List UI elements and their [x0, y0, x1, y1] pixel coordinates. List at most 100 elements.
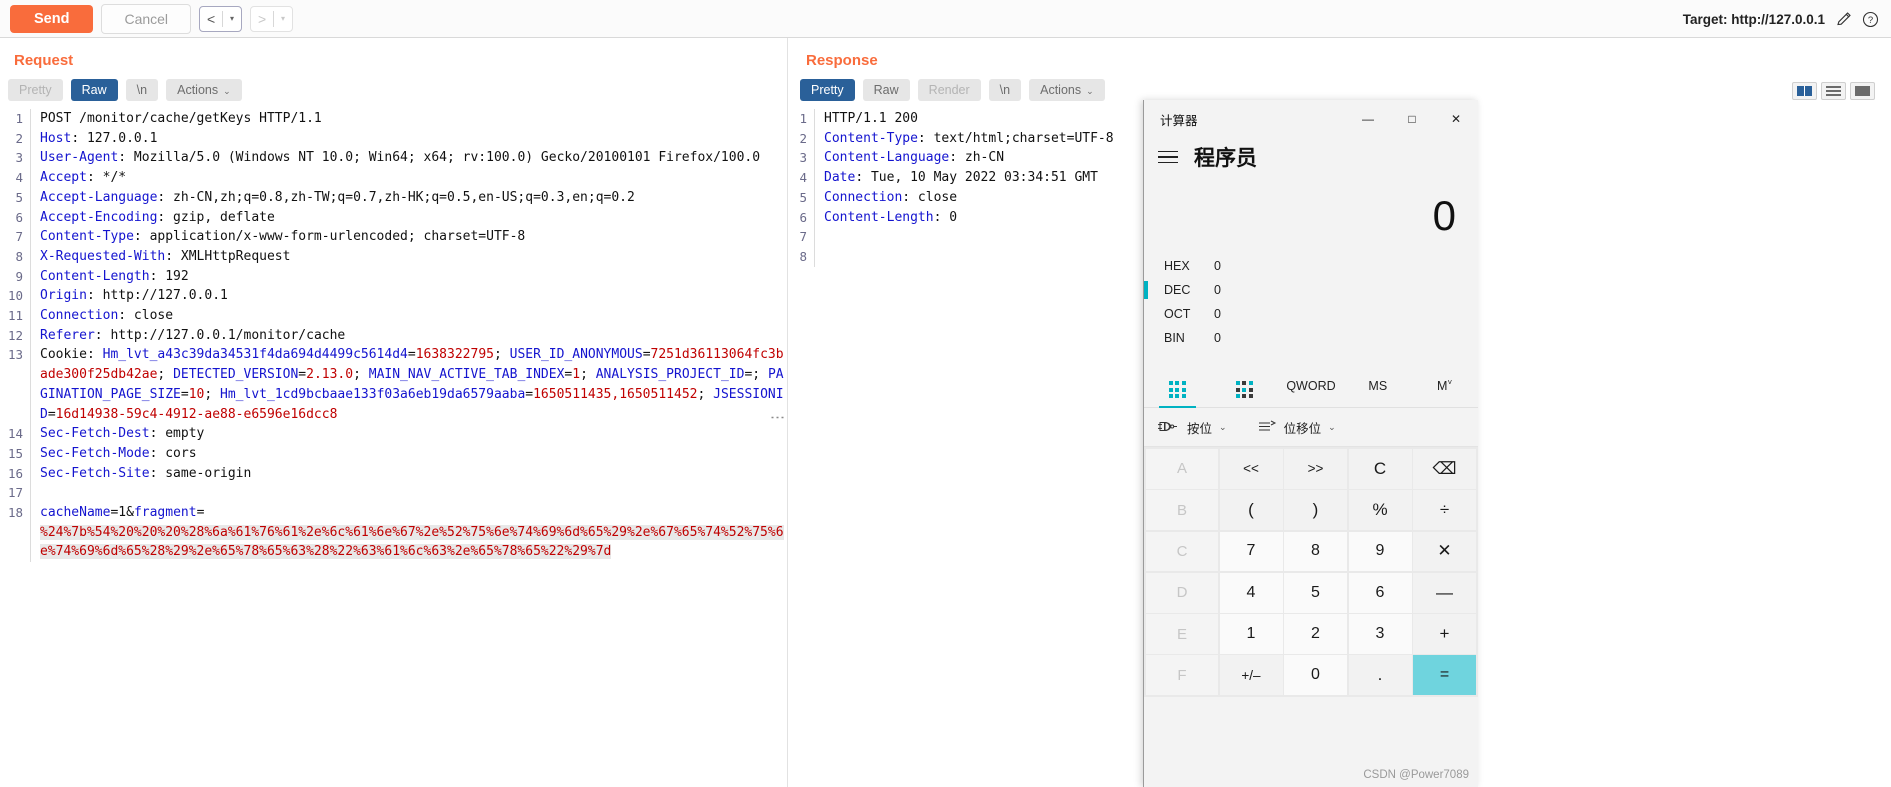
tab-ms[interactable]: MS: [1344, 371, 1411, 402]
key-shift-right[interactable]: >>: [1284, 449, 1347, 489]
key-equals[interactable]: =: [1413, 655, 1476, 696]
close-icon[interactable]: ✕: [1434, 100, 1478, 138]
key-c[interactable]: C: [1146, 531, 1218, 572]
response-tab-pretty[interactable]: Pretty: [800, 79, 855, 101]
minimize-icon[interactable]: —: [1346, 100, 1390, 138]
radix-list: HEX 0 DEC 0 OCT 0 BIN 0: [1144, 254, 1478, 356]
code-line: 8 X-Requested-With: XMLHttpRequest: [0, 246, 787, 267]
line-number: 11: [7, 308, 23, 324]
bitshift-caret-icon: ⌄: [1328, 422, 1336, 432]
rows-view-icon[interactable]: [1821, 82, 1846, 100]
key-9[interactable]: 9: [1348, 531, 1412, 572]
token-val: : http://127.0.0.1: [86, 288, 228, 304]
radix-value: 0: [1214, 259, 1221, 273]
token-ckn: DETECTED_VERSION: [173, 367, 299, 383]
request-tab-raw[interactable]: Raw: [70, 79, 118, 101]
radix-row-dec[interactable]: DEC 0: [1144, 278, 1478, 302]
request-tabrow: Pretty Raw \n Actions ⌄: [0, 79, 787, 101]
radix-row-bin[interactable]: BIN 0: [1144, 326, 1478, 350]
key-percent[interactable]: %: [1348, 490, 1412, 531]
key-a[interactable]: A: [1146, 449, 1218, 489]
request-tab-pretty[interactable]: Pretty: [8, 79, 63, 101]
tab-keypad[interactable]: [1144, 366, 1211, 408]
chevron-down-icon: ⌄: [223, 86, 231, 96]
key-paren-open[interactable]: (: [1219, 490, 1283, 531]
bitwise-dropdown[interactable]: 按位 ⌄: [1158, 418, 1227, 437]
previous-dropdown-caret-icon[interactable]: ▾: [223, 7, 241, 31]
request-editor[interactable]: 1 POST /monitor/cache/getKeys HTTP/1.1 2 Ho…: [0, 109, 787, 779]
key-plus[interactable]: +: [1413, 614, 1476, 654]
key-d[interactable]: D: [1146, 572, 1218, 613]
line-number: 9: [15, 268, 23, 284]
key-b[interactable]: B: [1146, 490, 1218, 531]
token-val: : close: [902, 189, 958, 205]
token-ckn: USER_ID_ANONYMOUS: [509, 347, 643, 363]
pencil-icon[interactable]: [1835, 11, 1852, 28]
key-8[interactable]: 8: [1284, 531, 1347, 572]
key-e[interactable]: E: [1146, 614, 1218, 654]
hamburger-menu-icon[interactable]: [1158, 147, 1178, 168]
key-minus[interactable]: —: [1413, 572, 1476, 613]
key-1[interactable]: 1: [1219, 614, 1283, 654]
line-text: User-Agent: Mozilla/5.0 (Windows NT 10.0…: [30, 148, 787, 169]
key-3[interactable]: 3: [1348, 614, 1412, 654]
calculator-mode-label: 程序员: [1194, 147, 1257, 170]
key-4[interactable]: 4: [1219, 572, 1283, 613]
token-ckn: Hm_lvt_1cd9bcbaae133f03a6eb19da6579aaba: [220, 386, 526, 402]
key-sign[interactable]: +/–: [1219, 655, 1283, 696]
request-more-options-icon[interactable]: ⋮: [769, 410, 786, 425]
full-view-icon[interactable]: [1850, 82, 1875, 100]
key-f[interactable]: F: [1146, 655, 1218, 696]
token-val: : empty: [149, 426, 205, 442]
question-icon[interactable]: ?: [1862, 11, 1879, 28]
bitwise-label: 按位: [1187, 422, 1213, 436]
line-number: 16: [7, 465, 23, 481]
key-backspace[interactable]: ⌫: [1413, 449, 1476, 489]
bitshift-dropdown[interactable]: 位移位 ⌄: [1257, 418, 1336, 437]
request-tab-actions[interactable]: Actions ⌄: [166, 79, 242, 101]
token-val: HTTP/1.1 200: [824, 111, 918, 126]
key-decimal[interactable]: .: [1348, 655, 1412, 696]
key-5[interactable]: 5: [1284, 572, 1347, 613]
cancel-button[interactable]: Cancel: [101, 3, 192, 34]
logic-gate-icon: [1158, 420, 1180, 436]
tab-qword[interactable]: QWORD: [1278, 371, 1345, 402]
key-0[interactable]: 0: [1284, 655, 1347, 696]
maximize-icon[interactable]: □: [1390, 100, 1434, 138]
radix-row-oct[interactable]: OCT 0: [1144, 302, 1478, 326]
bitshift-label: 位移位: [1283, 422, 1322, 436]
tab-bit-toggle[interactable]: [1211, 366, 1278, 407]
radix-label: OCT: [1164, 307, 1191, 321]
token-val: ;: [493, 347, 510, 363]
next-dropdown-caret-icon[interactable]: ▾: [274, 7, 292, 31]
response-tab-raw[interactable]: Raw: [862, 79, 910, 101]
radix-row-hex[interactable]: HEX 0: [1144, 254, 1478, 278]
token-val: : http://127.0.0.1/monitor/cache: [94, 327, 346, 343]
previous-request-group[interactable]: < ▾: [199, 5, 243, 32]
send-button[interactable]: Send: [10, 4, 94, 33]
next-request-icon[interactable]: >: [251, 7, 273, 31]
tab-memory[interactable]: M˅: [1411, 370, 1478, 402]
radix-value: 0: [1214, 331, 1221, 345]
next-request-group[interactable]: > ▾: [250, 5, 294, 32]
key-paren-close[interactable]: ): [1284, 490, 1347, 531]
tab-memory-label: M: [1437, 379, 1448, 394]
response-tab-n[interactable]: \n: [988, 79, 1022, 101]
token-val: : zh-CN,zh;q=0.8,zh-TW;q=0.7,zh-HK;q=0.5…: [157, 189, 635, 205]
key-shift-left[interactable]: <<: [1219, 449, 1283, 489]
token-val: : close: [118, 308, 174, 324]
key-7[interactable]: 7: [1219, 531, 1283, 572]
code-line: 7 Content-Type: application/x-www-form-ur…: [0, 227, 787, 247]
response-tab-render[interactable]: Render: [917, 79, 981, 101]
request-title: Request: [14, 52, 74, 69]
key-multiply[interactable]: ✕: [1413, 531, 1476, 572]
key-c[interactable]: C: [1348, 449, 1412, 489]
previous-request-icon[interactable]: <: [200, 7, 222, 31]
key-2[interactable]: 2: [1284, 614, 1347, 654]
tab-label: Actions: [1040, 83, 1082, 97]
request-tab-n[interactable]: \n: [125, 79, 159, 101]
key-6[interactable]: 6: [1348, 572, 1412, 613]
response-tab-actions[interactable]: Actions ⌄: [1029, 79, 1105, 101]
key-divide[interactable]: ÷: [1413, 490, 1476, 531]
split-view-icon[interactable]: [1792, 82, 1817, 100]
